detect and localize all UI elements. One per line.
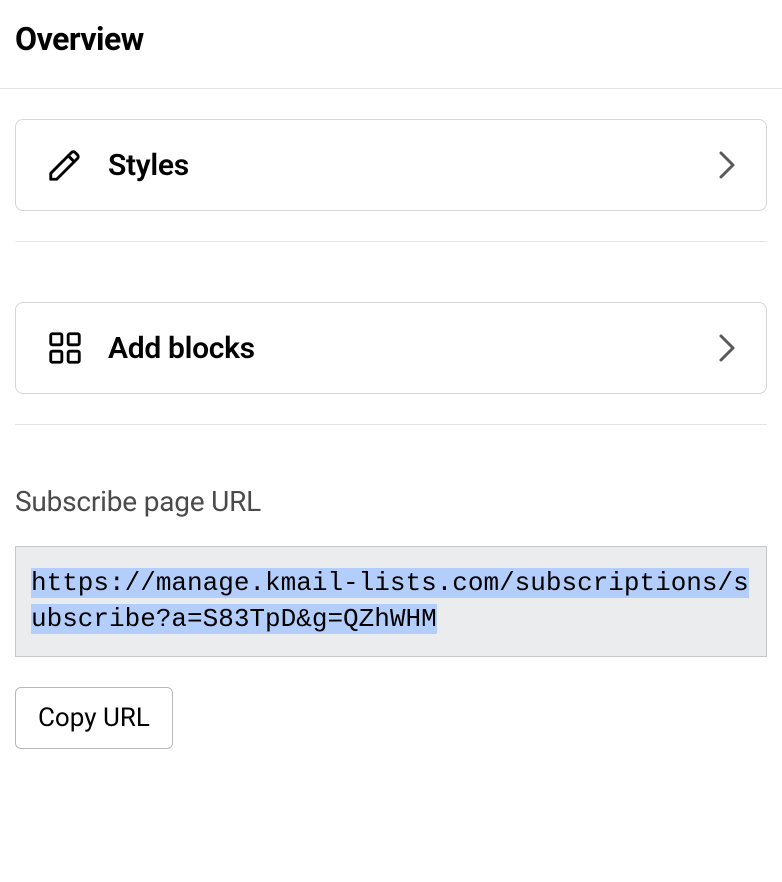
chevron-right-icon	[718, 333, 736, 363]
page-title: Overview	[15, 20, 767, 58]
subscribe-url-label: Subscribe page URL	[15, 485, 767, 518]
subscribe-url-box[interactable]: https://manage.kmail-lists.com/subscript…	[15, 546, 767, 657]
chevron-right-icon	[718, 150, 736, 180]
add-blocks-nav-card[interactable]: Add blocks	[15, 302, 767, 394]
header: Overview	[0, 0, 782, 88]
add-blocks-label: Add blocks	[108, 331, 718, 366]
styles-nav-card[interactable]: Styles	[15, 119, 767, 211]
pencil-icon	[46, 146, 86, 184]
subscribe-url-text: https://manage.kmail-lists.com/subscript…	[31, 568, 749, 634]
styles-label: Styles	[108, 148, 718, 183]
blocks-icon	[46, 329, 86, 367]
copy-url-button[interactable]: Copy URL	[15, 687, 173, 749]
